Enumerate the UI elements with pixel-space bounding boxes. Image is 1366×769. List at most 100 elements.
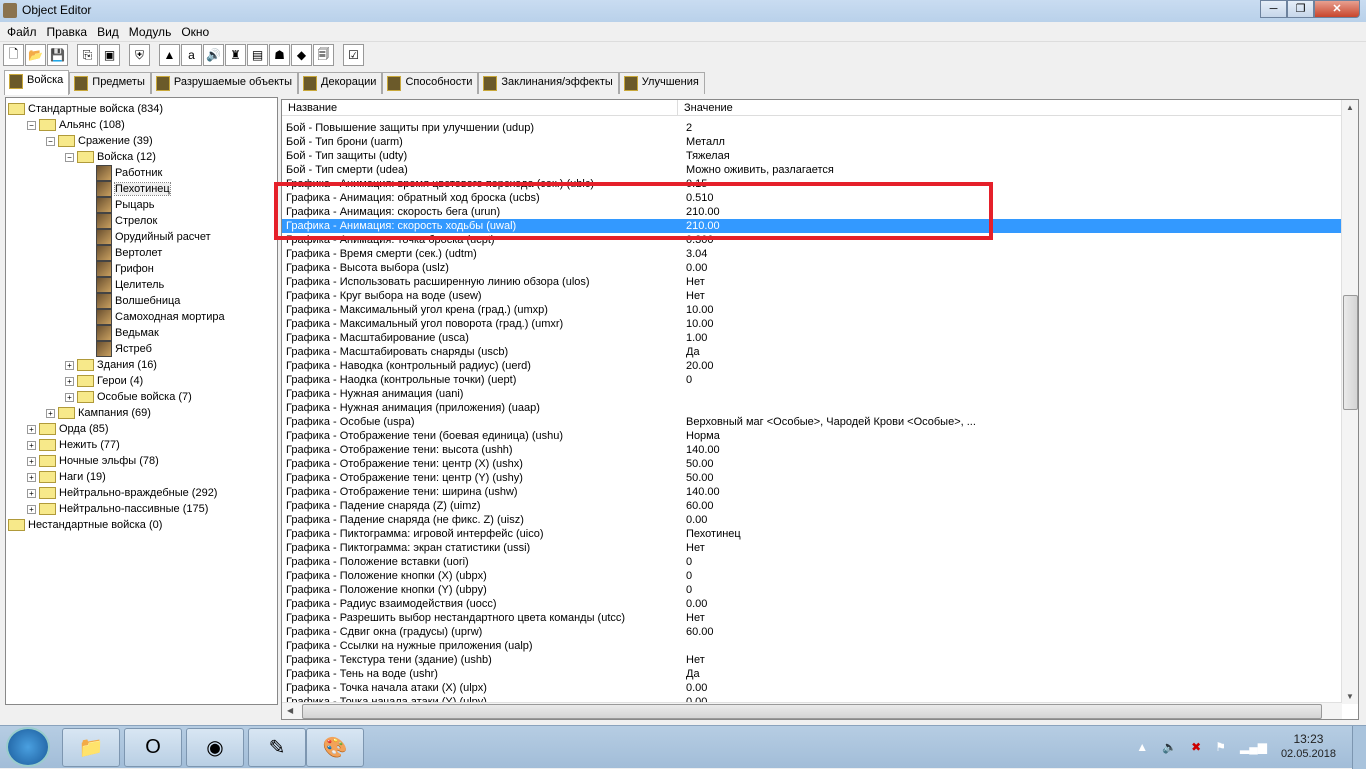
table-row[interactable]: Графика - Отображение тени: высота (ushh… [282,443,1342,457]
table-row[interactable]: Графика - Пиктограмма: игровой интерфейс… [282,527,1342,541]
menu-item-1[interactable]: Правка [42,22,93,41]
scroll-left-icon[interactable]: ◀ [287,706,293,715]
save-button[interactable]: 💾 [47,44,68,66]
new-button[interactable]: 🗋 [3,44,24,66]
table-row[interactable]: Графика - Использовать расширенную линию… [282,275,1342,289]
tree-node[interactable]: Рыцарь [84,197,155,213]
tree-node[interactable]: + Нежить (77) [27,437,120,453]
table-row[interactable]: Графика - Ссылки на нужные приложения (u… [282,639,1342,653]
table-row[interactable]: Графика - Максимальный угол крена (град.… [282,303,1342,317]
paste-button[interactable]: ▣ [99,44,120,66]
expand-toggle-icon[interactable]: + [27,424,36,434]
table-row[interactable]: Графика - Масштабировать снаряды (uscb) Д… [282,345,1342,359]
expand-toggle-icon[interactable]: + [65,360,74,370]
tab-2[interactable]: Разрушаемые объекты [150,72,298,94]
tree-node[interactable]: + Орда (85) [27,421,109,437]
tree-node[interactable]: + Здания (16) [65,357,157,373]
column-header-value[interactable]: Значение [678,100,1342,115]
expand-toggle-icon[interactable]: + [27,440,36,450]
table-row[interactable]: Графика - Радиус взаимодействия (uocc) 0.… [282,597,1342,611]
table-row[interactable]: Графика - Тень на воде (ushr) Да [282,667,1342,681]
tab-4[interactable]: Способности [382,72,479,94]
vertical-scrollbar[interactable]: ▲ ▼ [1341,100,1358,704]
tree-node[interactable]: Работник [84,165,162,181]
tree-node[interactable]: Орудийный расчет [84,229,211,245]
tab-0[interactable]: Войска [4,70,70,95]
tree-node[interactable]: − Альянс (108) [27,117,125,133]
table-row[interactable]: Графика - Падение снаряда (не фикс. Z) (… [282,513,1342,527]
table-row[interactable]: Графика - Пиктограмма: экран статистики … [282,541,1342,555]
column-header-name[interactable]: Название [282,100,678,115]
campaign-editor-button[interactable]: ▤ [247,44,268,66]
table-row[interactable]: Графика - Масштабирование (usca) 1.00 [282,331,1342,345]
maximize-button[interactable]: ❐ [1287,0,1314,18]
tree-node[interactable]: + Нейтрально-враждебные (292) [27,485,217,501]
horizontal-scrollbar[interactable]: ◀ [282,702,1342,719]
object-editor-button[interactable]: ♜ [225,44,246,66]
taskbar-app-explorer[interactable]: 📁 [62,728,120,767]
tray-expand-icon[interactable]: ▲ [1136,740,1148,754]
table-row[interactable]: Графика - Текстура тени (здание) (ushb) Н… [282,653,1342,667]
units-editor-button[interactable]: ⛨ [129,44,150,66]
taskbar-app-world-editor[interactable]: ✎ [248,728,306,767]
tree-node[interactable]: Волшебница [84,293,180,309]
tab-3[interactable]: Декорации [298,72,383,94]
ai-editor-button[interactable]: ☗ [269,44,290,66]
expand-toggle-icon[interactable]: + [27,488,36,498]
scroll-down-icon[interactable]: ▼ [1346,692,1354,701]
action-center-flag-icon[interactable]: ⚑ [1215,740,1226,754]
table-row[interactable]: Графика - Сдвиг окна (градусы) (uprw) 60.… [282,625,1342,639]
expand-toggle-icon[interactable]: − [27,120,36,130]
tree-node[interactable]: − Войска (12) [65,149,156,165]
table-row[interactable]: Графика - Отображение тени (боевая едини… [282,429,1342,443]
taskbar-app-paint[interactable]: 🎨 [306,728,364,767]
table-row[interactable]: Графика - Особые (uspa) Верховный маг <Ос… [282,415,1342,429]
menu-item-0[interactable]: Файл [2,22,42,41]
sound-editor-button[interactable]: 🔊 [203,44,224,66]
expand-toggle-icon[interactable]: + [27,456,36,466]
table-row[interactable]: Графика - Положение кнопки (Y) (ubpy) 0 [282,583,1342,597]
tab-1[interactable]: Предметы [69,72,151,94]
table-row[interactable]: Графика - Круг выбора на воде (usew) Нет [282,289,1342,303]
expand-toggle-icon[interactable]: − [65,152,74,162]
tab-6[interactable]: Улучшения [618,72,705,94]
test-map-button[interactable]: ☑ [343,44,364,66]
power-icon[interactable]: ✖ [1191,740,1201,754]
menu-item-3[interactable]: Модуль [124,22,177,41]
table-row[interactable]: Бой - Тип брони (uarm) Металл [282,135,1342,149]
open-button[interactable]: 📂 [25,44,46,66]
expand-toggle-icon[interactable]: + [65,376,74,386]
object-tree[interactable]: Стандартные войска (834) − Альянс (108) − Ср… [5,97,278,705]
table-row[interactable]: Графика - Наводка (контрольный радиус) (… [282,359,1342,373]
table-row[interactable]: Графика - Падение снаряда (Z) (uimz) 60.0… [282,499,1342,513]
volume-icon[interactable]: 🔈 [1162,740,1177,754]
expand-toggle-icon[interactable]: + [46,408,55,418]
tree-node[interactable]: Пехотинец [84,181,171,197]
table-row[interactable]: Графика - Нужная анимация (приложения) (… [282,401,1342,415]
menu-item-2[interactable]: Вид [92,22,124,41]
expand-toggle-icon[interactable]: + [65,392,74,402]
tree-node[interactable]: + Особые войска (7) [65,389,192,405]
close-button[interactable]: ✕ [1314,0,1360,18]
table-row[interactable]: Графика - Высота выбора (uslz) 0.00 [282,261,1342,275]
table-row[interactable]: Бой - Тип защиты (udty) Тяжелая [282,149,1342,163]
expand-toggle-icon[interactable]: + [27,504,36,514]
scroll-up-icon[interactable]: ▲ [1346,103,1354,112]
table-row[interactable]: Графика - Отображение тени: центр (Y) (u… [282,471,1342,485]
table-row[interactable]: Графика - Максимальный угол поворота (гр… [282,317,1342,331]
vertical-scroll-thumb[interactable] [1343,295,1358,410]
tree-node[interactable]: + Герои (4) [65,373,143,389]
expand-toggle-icon[interactable]: + [27,472,36,482]
table-row[interactable]: Бой - Повышение защиты при улучшении (ud… [282,121,1342,135]
tree-node[interactable]: − Сражение (39) [46,133,153,149]
expand-toggle-icon[interactable]: − [46,136,55,146]
tree-node[interactable]: + Кампания (69) [46,405,151,421]
clock[interactable]: 13:23 02.05.2018 [1281,732,1336,762]
taskbar-app-blender[interactable]: ◉ [186,728,244,767]
table-row[interactable]: Бой - Тип смерти (udea) Можно оживить, ра… [282,163,1342,177]
table-row[interactable]: Графика - Положение вставки (uori) 0 [282,555,1342,569]
tree-node[interactable]: Вертолет [84,245,162,261]
tree-node[interactable]: + Наги (19) [27,469,106,485]
menu-item-4[interactable]: Окно [176,22,214,41]
import-manager-button[interactable]: ◆ [291,44,312,66]
